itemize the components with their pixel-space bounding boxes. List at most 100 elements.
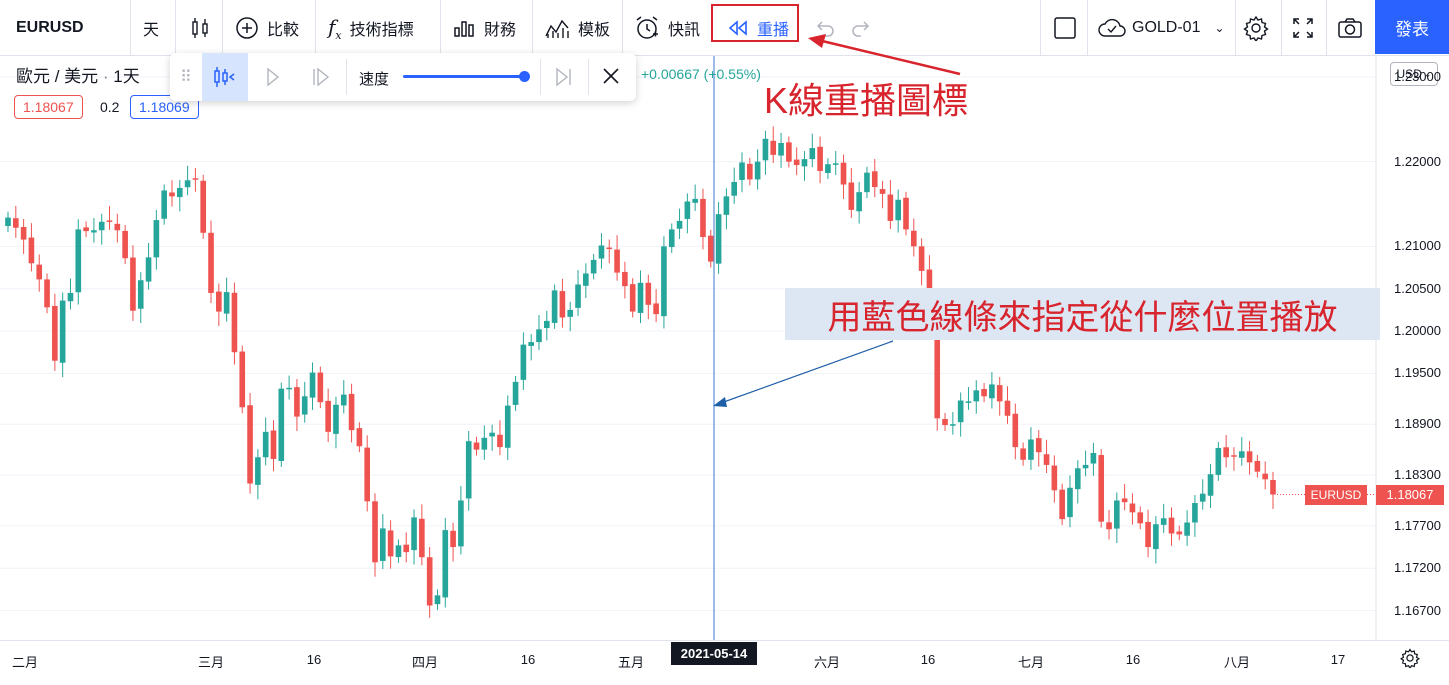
candle-body — [403, 544, 410, 553]
fx-icon: fx — [328, 14, 342, 42]
legend-interval: 1天 — [113, 67, 140, 86]
candle-body — [153, 220, 160, 258]
select-bar-button[interactable] — [202, 53, 248, 101]
bar-chart-icon — [454, 21, 474, 37]
candle — [67, 278, 74, 310]
candle-body — [309, 372, 316, 398]
fullscreen-button[interactable] — [1292, 0, 1314, 56]
candle-body — [910, 230, 917, 247]
candle — [1098, 449, 1105, 528]
candle-body — [809, 148, 816, 160]
candle — [731, 167, 738, 204]
alerts-button[interactable]: 快訊 — [634, 0, 700, 56]
candle — [1129, 493, 1136, 525]
candle — [114, 213, 121, 243]
layout-name-label: GOLD-01 — [1132, 19, 1201, 36]
speed-slider-thumb[interactable] — [519, 71, 530, 82]
candle-body — [1121, 498, 1128, 503]
candle — [973, 380, 980, 414]
time-tick-label: 三月 — [197, 655, 224, 670]
candle-body — [442, 530, 449, 598]
candle — [59, 292, 66, 378]
candle-body — [114, 223, 121, 231]
templates-button[interactable]: 模板 — [544, 0, 610, 56]
play-button[interactable] — [266, 67, 280, 92]
candle-body — [848, 182, 855, 210]
compare-button[interactable]: 比較 — [235, 0, 299, 56]
candle-body — [801, 159, 808, 167]
candle — [864, 166, 870, 199]
drag-handle-icon[interactable]: ⠿ — [180, 67, 192, 87]
divider — [130, 0, 131, 56]
speed-slider-track[interactable] — [403, 75, 525, 78]
snapshot-button[interactable] — [1337, 0, 1363, 56]
candle — [622, 261, 628, 299]
candle — [5, 211, 11, 232]
ask-price: 1.18069 — [139, 99, 190, 115]
candle — [676, 208, 683, 239]
candle — [75, 219, 82, 305]
candle — [590, 253, 597, 280]
candle-body — [122, 230, 128, 259]
candle — [239, 345, 246, 414]
candle-body — [536, 329, 542, 343]
candle — [1184, 510, 1190, 546]
candle — [489, 424, 495, 451]
candle-body — [942, 418, 948, 426]
alerts-label: 快訊 — [668, 22, 701, 39]
candle — [879, 181, 886, 209]
candle — [661, 236, 667, 329]
candle-body — [5, 217, 11, 227]
candle — [1246, 441, 1253, 475]
candle — [1238, 436, 1245, 466]
candle-body — [91, 230, 97, 233]
candle-body — [1223, 447, 1229, 458]
publish-button[interactable]: 發表 — [1375, 0, 1449, 54]
candle — [739, 152, 745, 193]
candle-body — [52, 305, 58, 361]
candle-body — [903, 197, 909, 230]
candle-body — [75, 229, 82, 293]
axis-settings-button[interactable] — [1400, 648, 1420, 673]
candle-body — [208, 232, 214, 293]
legend-title: 歐元 / 美元 — [16, 67, 99, 86]
candle-body — [333, 404, 339, 434]
settings-button[interactable] — [1243, 0, 1269, 56]
financials-button[interactable]: 財務 — [452, 0, 516, 56]
candle-body — [294, 387, 300, 417]
symbol-search-button[interactable]: EURUSD — [16, 0, 84, 56]
candle-body — [98, 221, 105, 231]
layout-select-button[interactable] — [1053, 0, 1077, 56]
candle — [458, 486, 464, 555]
candle-body — [348, 393, 355, 431]
step-forward-button[interactable] — [312, 67, 330, 92]
candle-body — [1090, 453, 1097, 464]
candle — [692, 184, 698, 211]
chart-type-button[interactable] — [188, 0, 212, 56]
time-tick-label: 八月 — [1223, 655, 1250, 670]
candle — [98, 213, 105, 245]
interval-button[interactable]: 天 — [143, 0, 159, 56]
candle-body — [637, 282, 644, 313]
candle — [1192, 494, 1198, 537]
candle-body — [1254, 460, 1261, 472]
close-replay-button[interactable] — [602, 67, 620, 90]
candle-body — [1067, 487, 1073, 518]
candle-body — [1199, 493, 1206, 502]
candle-body — [356, 428, 363, 447]
candle — [848, 168, 855, 218]
jump-to-realtime-button[interactable] — [555, 67, 573, 92]
candle — [551, 284, 558, 329]
candle — [707, 229, 714, 268]
candle — [145, 242, 152, 290]
candle — [106, 206, 113, 230]
indicators-button[interactable]: fx 技術指標 — [328, 0, 414, 56]
candle — [903, 191, 909, 236]
candle — [411, 509, 417, 565]
candle-body — [825, 164, 831, 173]
step-forward-icon — [313, 67, 330, 87]
candle — [497, 420, 503, 456]
bid-price-box[interactable]: 1.18067 — [14, 95, 83, 119]
layout-name-button[interactable]: GOLD-01 ⌄ — [1097, 0, 1225, 56]
candle — [950, 411, 956, 435]
